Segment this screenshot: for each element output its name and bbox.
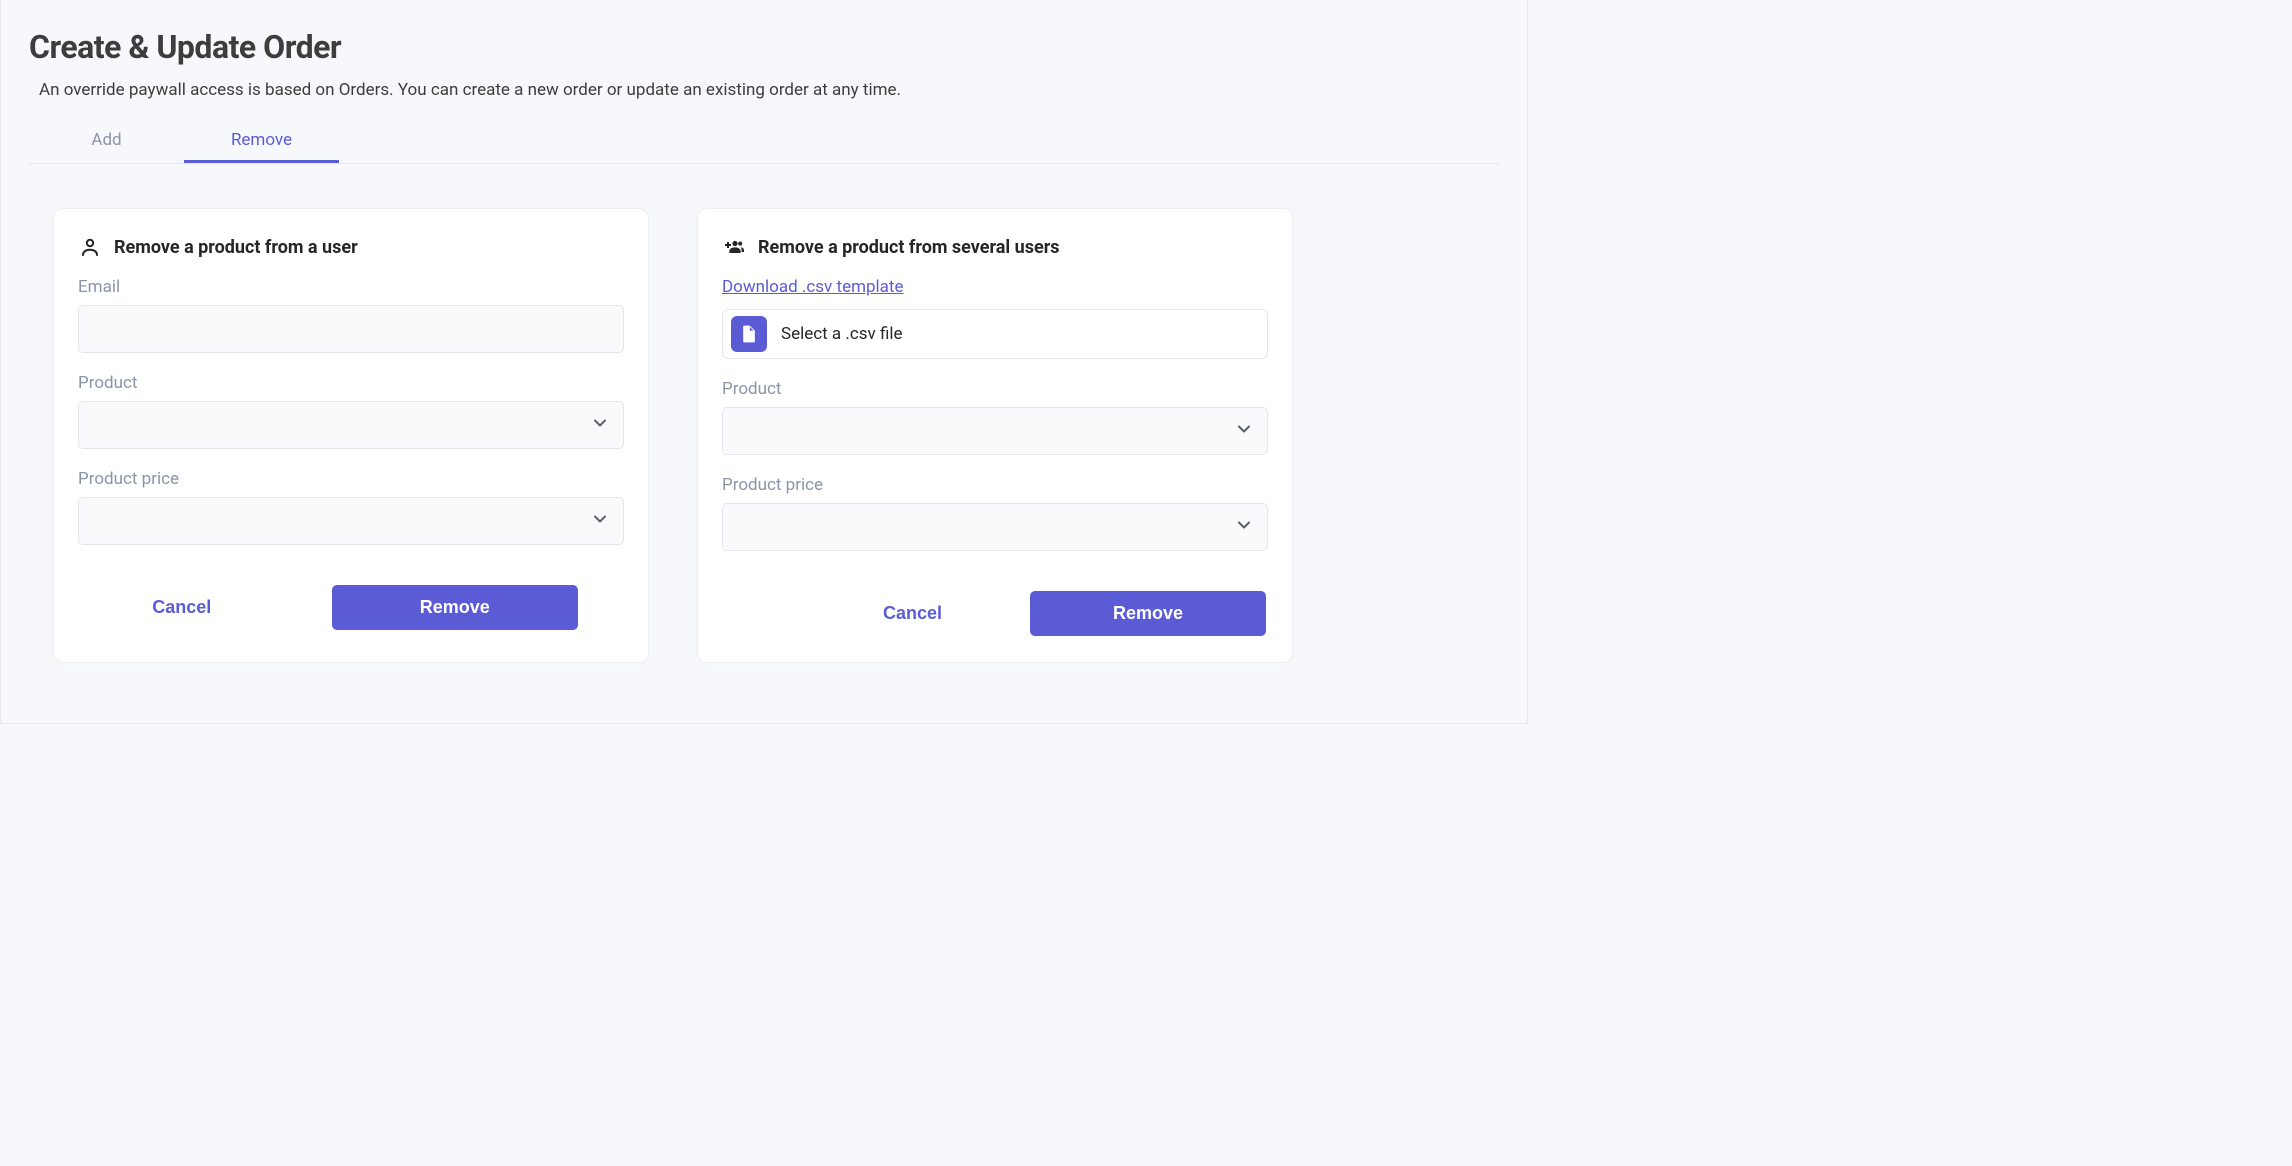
tab-add-label: Add (91, 130, 121, 150)
group-add-icon (722, 235, 746, 259)
tab-remove[interactable]: Remove (184, 120, 339, 163)
card-single-title: Remove a product from a user (114, 237, 358, 258)
field-price-single: Product price (78, 469, 624, 545)
content-area: Remove a product from a user Email Produ… (1, 164, 1527, 723)
card-single-header: Remove a product from a user (78, 235, 624, 259)
file-select[interactable]: Select a .csv file (722, 309, 1268, 359)
field-product-bulk: Product (722, 379, 1268, 455)
field-product-single: Product (78, 373, 624, 449)
card-remove-bulk: Remove a product from several users Down… (697, 208, 1293, 663)
field-email: Email (78, 277, 624, 353)
product-select-single[interactable] (78, 401, 624, 449)
file-select-label: Select a .csv file (781, 324, 903, 344)
page-title: Create & Update Order (29, 28, 1499, 66)
price-select-single[interactable] (78, 497, 624, 545)
cancel-button[interactable]: Cancel (855, 591, 970, 636)
price-select-bulk[interactable] (722, 503, 1268, 551)
remove-button[interactable]: Remove (332, 585, 578, 630)
tabs: Add Remove (29, 120, 1499, 164)
card-bulk-header: Remove a product from several users (722, 235, 1268, 259)
cancel-button[interactable]: Cancel (124, 585, 239, 630)
remove-button[interactable]: Remove (1030, 591, 1266, 636)
person-icon (78, 235, 102, 259)
price-label-single: Product price (78, 469, 624, 489)
card-bulk-title: Remove a product from several users (758, 237, 1060, 258)
page-subtitle: An override paywall access is based on O… (39, 80, 1499, 100)
email-input[interactable] (78, 305, 624, 353)
page-header: Create & Update Order An override paywal… (1, 0, 1527, 164)
tab-remove-label: Remove (231, 130, 292, 150)
tab-add[interactable]: Add (29, 120, 184, 163)
actions-bulk: Cancel Remove (722, 591, 1268, 636)
email-label: Email (78, 277, 624, 297)
page-root: Create & Update Order An override paywal… (0, 0, 1528, 724)
actions-single: Cancel Remove (78, 585, 624, 630)
download-csv-link[interactable]: Download .csv template (722, 277, 904, 297)
card-remove-single: Remove a product from a user Email Produ… (53, 208, 649, 663)
product-label-bulk: Product (722, 379, 1268, 399)
product-label-single: Product (78, 373, 624, 393)
price-label-bulk: Product price (722, 475, 1268, 495)
field-price-bulk: Product price (722, 475, 1268, 551)
product-select-bulk[interactable] (722, 407, 1268, 455)
file-icon (731, 316, 767, 352)
